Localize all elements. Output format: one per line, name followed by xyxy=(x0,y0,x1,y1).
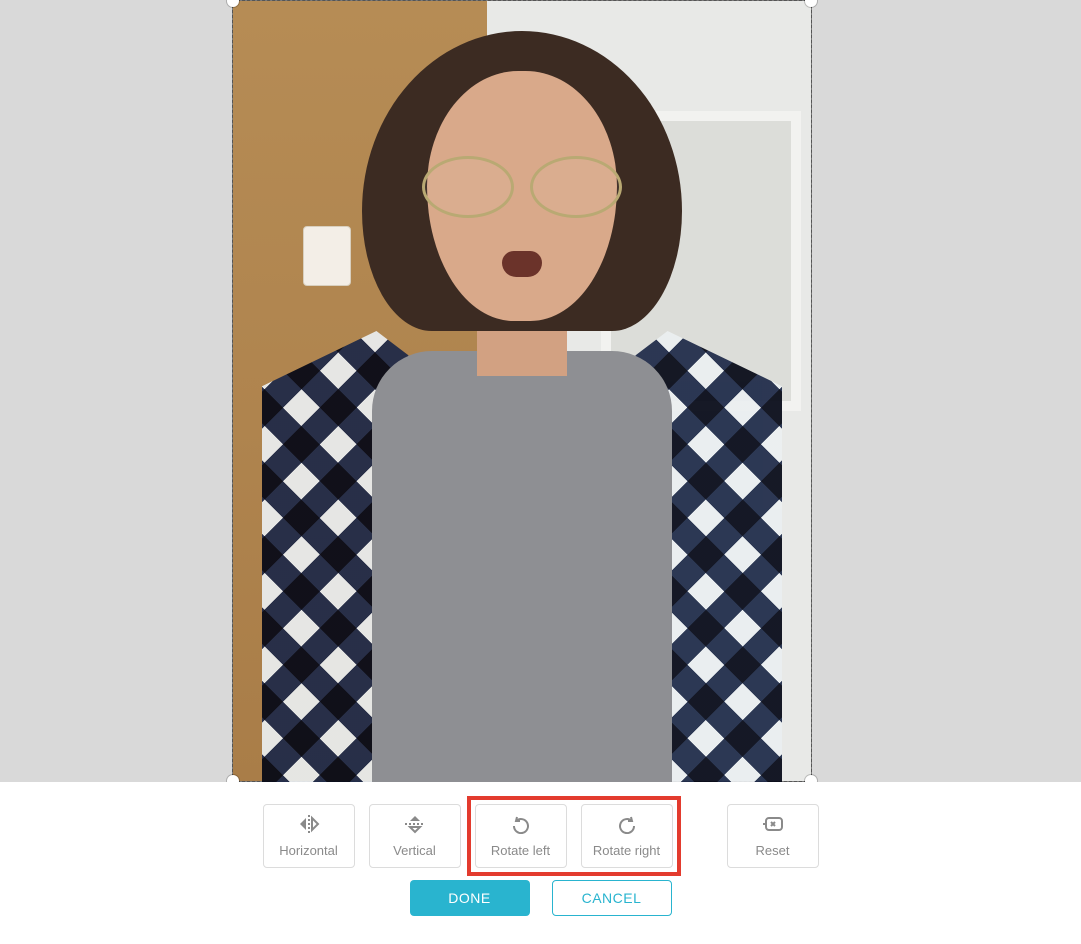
crop-canvas[interactable] xyxy=(0,0,1081,782)
transform-toolbar: Horizontal Vertical Rotate left Rotate r… xyxy=(0,782,1081,880)
crop-handle-top-right[interactable] xyxy=(805,0,817,7)
flip-vertical-button[interactable]: Vertical xyxy=(369,804,461,868)
reset-icon xyxy=(761,814,785,837)
reset-button[interactable]: Reset xyxy=(727,804,819,868)
rotate-left-icon xyxy=(509,814,533,837)
reset-label: Reset xyxy=(756,843,790,858)
flip-vertical-icon xyxy=(403,814,427,837)
portrait-glasses xyxy=(422,156,622,216)
dialog-actions: DONE CANCEL xyxy=(0,880,1081,934)
crop-handle-bottom-right[interactable] xyxy=(805,775,817,782)
rotate-right-label: Rotate right xyxy=(593,843,660,858)
cancel-button[interactable]: CANCEL xyxy=(552,880,672,916)
toolbar-gap xyxy=(687,804,713,868)
portrait-mouth xyxy=(502,251,542,277)
rotate-left-label: Rotate left xyxy=(491,843,550,858)
flip-horizontal-label: Horizontal xyxy=(279,843,338,858)
flip-vertical-label: Vertical xyxy=(393,843,436,858)
rotate-right-icon xyxy=(615,814,639,837)
flip-horizontal-icon xyxy=(297,814,321,837)
crop-selection[interactable] xyxy=(232,0,812,782)
done-button[interactable]: DONE xyxy=(410,880,530,916)
cancel-button-label: CANCEL xyxy=(582,890,642,906)
portrait-tshirt xyxy=(372,351,672,782)
flip-horizontal-button[interactable]: Horizontal xyxy=(263,804,355,868)
crop-handle-bottom-left[interactable] xyxy=(227,775,239,782)
portrait-wall-device xyxy=(303,226,351,286)
rotate-left-button[interactable]: Rotate left xyxy=(475,804,567,868)
rotate-right-button[interactable]: Rotate right xyxy=(581,804,673,868)
done-button-label: DONE xyxy=(448,890,490,906)
